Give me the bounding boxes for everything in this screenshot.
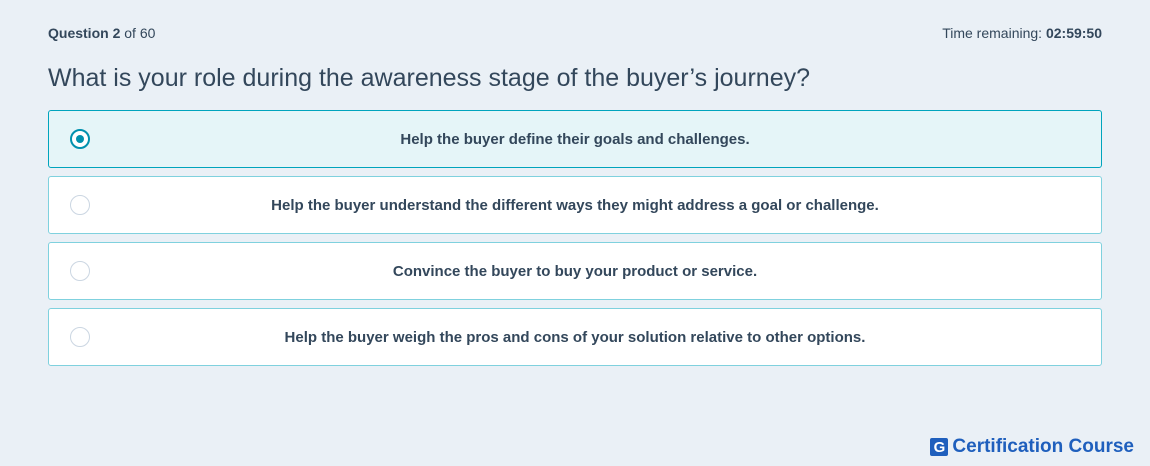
question-text: What is your role during the awareness s…	[48, 64, 810, 92]
brand-watermark: G Certification Course	[930, 436, 1134, 458]
answer-options: Help the buyer define their goals and ch…	[48, 110, 1102, 374]
time-remaining: Time remaining: 02:59:50	[942, 25, 1102, 41]
answer-option-label: Help the buyer define their goals and ch…	[400, 130, 750, 148]
time-label: Time remaining:	[942, 25, 1043, 41]
radio-button[interactable]	[70, 327, 90, 347]
brand-name: Certification Course	[952, 436, 1134, 457]
question-number: 2	[112, 25, 121, 41]
answer-option-3[interactable]: Convince the buyer to buy your product o…	[48, 242, 1102, 300]
radio-button[interactable]	[70, 195, 90, 215]
answer-option-2[interactable]: Help the buyer understand the different …	[48, 176, 1102, 234]
answer-option-4[interactable]: Help the buyer weigh the pros and cons o…	[48, 308, 1102, 366]
brand-logo-icon: G	[930, 438, 949, 456]
question-counter: Question 2 of 60	[48, 25, 155, 41]
quiz-header: Question 2 of 60 Time remaining: 02:59:5…	[48, 24, 1102, 42]
question-word: Question	[48, 25, 109, 41]
answer-option-label: Convince the buyer to buy your product o…	[392, 262, 758, 280]
radio-button[interactable]	[70, 261, 90, 281]
answer-option-1[interactable]: Help the buyer define their goals and ch…	[48, 110, 1102, 168]
time-value: 02:59:50	[1045, 25, 1102, 41]
question-total: of 60	[124, 25, 156, 41]
answer-option-label: Help the buyer weigh the pros and cons o…	[284, 328, 866, 346]
answer-option-label: Help the buyer understand the different …	[271, 196, 879, 214]
radio-button-selected[interactable]	[70, 129, 90, 149]
